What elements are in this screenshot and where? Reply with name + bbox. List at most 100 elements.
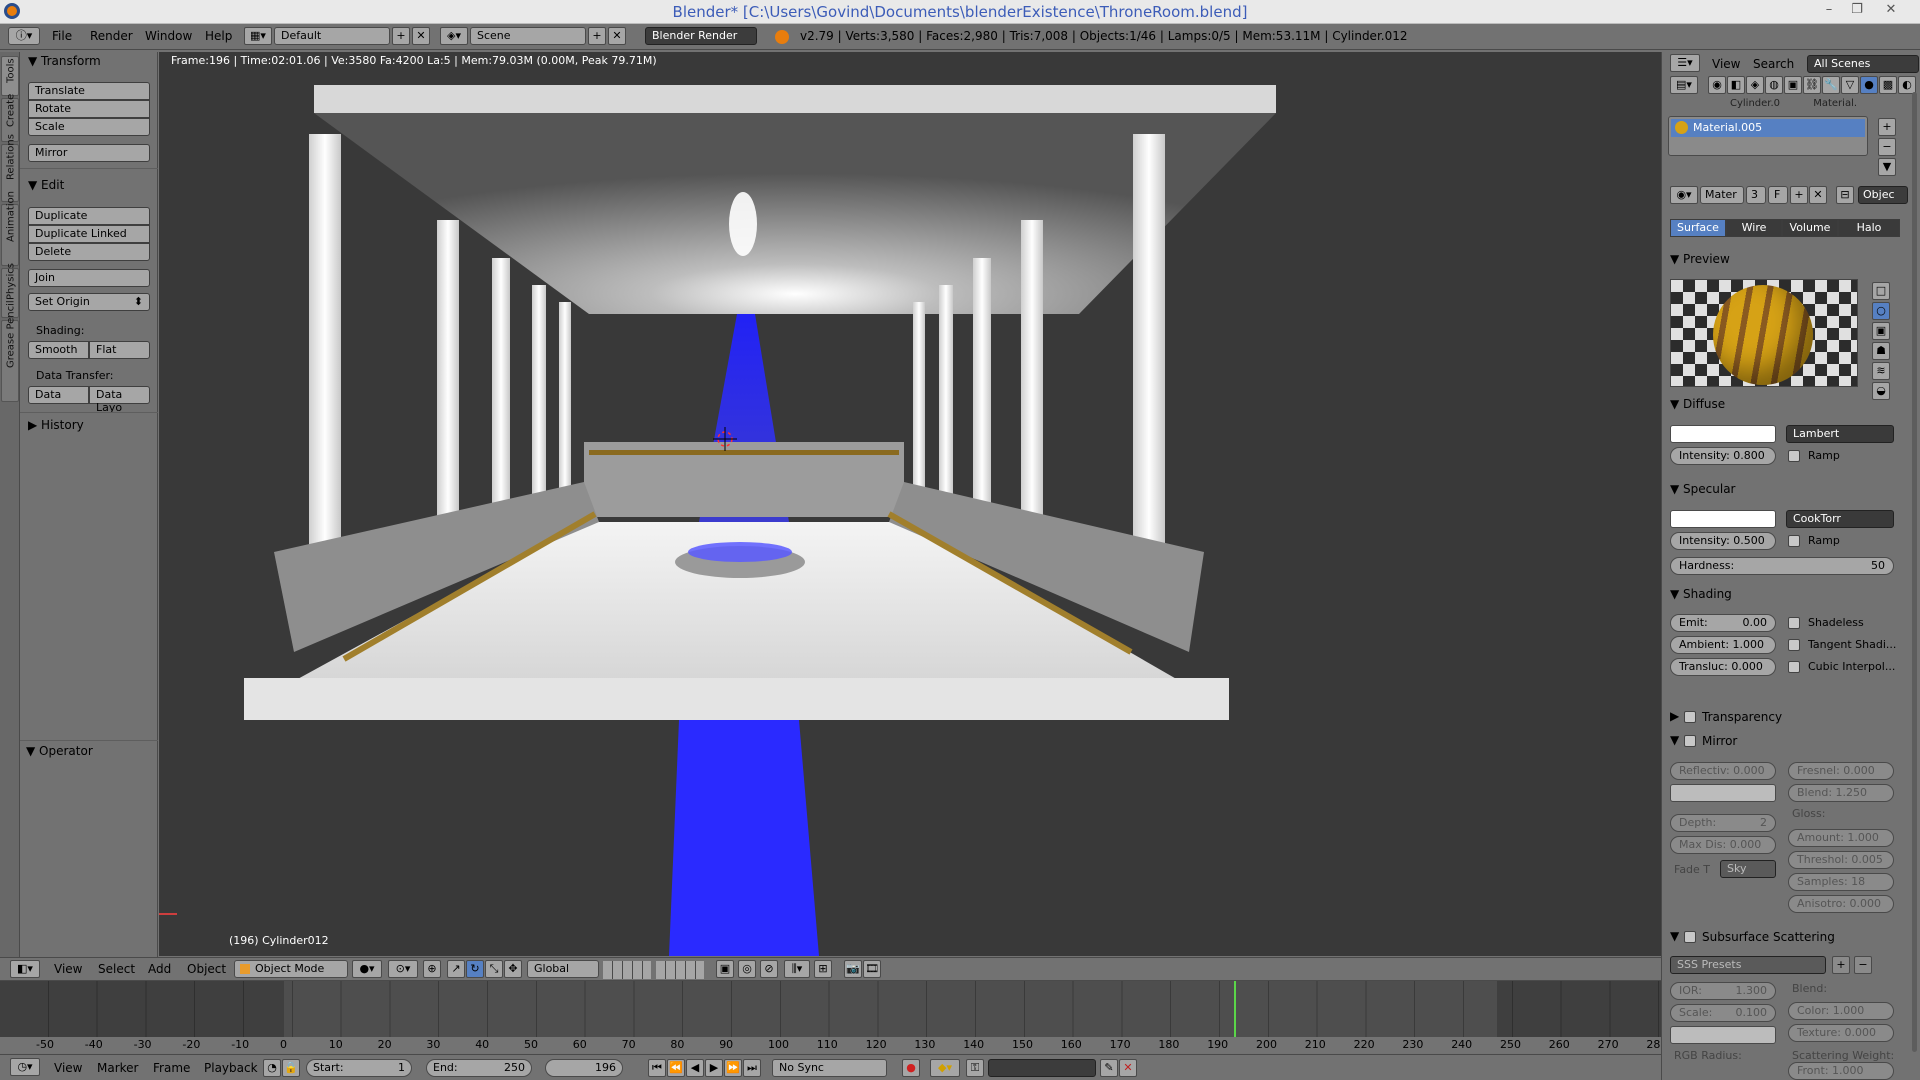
props-menu-search[interactable]: Search	[1753, 57, 1794, 71]
mirror-blend-field[interactable]: Blend: 1.250	[1788, 784, 1894, 802]
mirror-checkbox[interactable]	[1684, 735, 1696, 747]
data-tab-icon[interactable]: ▽	[1841, 76, 1859, 94]
manipulator-extra-icon[interactable]: ✥	[504, 960, 522, 978]
menu-add[interactable]: Add	[148, 962, 171, 976]
set-origin-select[interactable]: Set Origin ⬍	[28, 293, 150, 311]
menu-object[interactable]: Object	[187, 962, 226, 976]
orientation-select[interactable]: Global	[527, 960, 599, 978]
snap-toggle-icon[interactable]: ⊘	[760, 960, 778, 978]
panel-transform-header[interactable]: ▼ Transform	[28, 54, 101, 68]
info-editor-type-icon[interactable]: ⓘ▾	[8, 27, 40, 45]
remove-slot-icon[interactable]: −	[1878, 138, 1896, 156]
pivot-select-icon[interactable]: ⊙▾	[388, 960, 418, 978]
constraints-tab-icon[interactable]: ⛓	[1803, 76, 1821, 94]
manipulator-toggle-icon[interactable]: ⊕	[423, 960, 441, 978]
record-icon[interactable]: ●	[902, 1059, 920, 1077]
menu-window[interactable]: Window	[145, 29, 192, 43]
preview-flat-icon[interactable]: □	[1872, 282, 1890, 300]
preview-monkey-icon[interactable]: ☗	[1872, 342, 1890, 360]
sss-texture-blend-field[interactable]: Texture: 0.000	[1788, 1024, 1894, 1042]
render-tab-icon[interactable]: ◉	[1708, 76, 1726, 94]
lock-layers-icon[interactable]: ▣	[716, 960, 734, 978]
add-slot-icon[interactable]: +	[1878, 118, 1896, 136]
material-browse-icon[interactable]: ◉▾	[1670, 186, 1698, 204]
gloss-threshold-field[interactable]: Threshol: 0.005	[1788, 851, 1894, 869]
lock-range-icon[interactable]: 🔒	[282, 1059, 300, 1077]
scene-icon[interactable]: ◈▾	[440, 27, 468, 45]
scenes-select[interactable]: All Scenes	[1807, 55, 1919, 73]
shading-select-icon[interactable]: ●▾	[352, 960, 382, 978]
sss-scale-field[interactable]: Scale: 0.100	[1670, 1004, 1776, 1022]
flat-button[interactable]: Flat	[89, 341, 150, 359]
cubic-interpolation-checkbox[interactable]	[1788, 661, 1800, 673]
jump-prev-key-icon[interactable]: ⏪	[667, 1059, 685, 1077]
ambient-field[interactable]: Ambient: 1.000	[1670, 636, 1776, 654]
keying-set-field[interactable]	[988, 1059, 1096, 1077]
3d-viewport[interactable]: Frame:196 | Time:02:01.06 | Ve:3580 Fa:4…	[159, 52, 1661, 956]
restore-button[interactable]: ❐	[1846, 2, 1868, 20]
texture-tab-icon[interactable]: ▩	[1879, 76, 1897, 94]
sync-select[interactable]: No Sync	[772, 1059, 887, 1077]
fade-to-select[interactable]: Sky	[1720, 860, 1776, 878]
duplicate-linked-button[interactable]: Duplicate Linked	[28, 225, 150, 243]
panel-specular-header[interactable]: ▼ Specular	[1670, 482, 1736, 496]
node-toggle-icon[interactable]: ⊟	[1836, 186, 1854, 204]
menu-file[interactable]: File	[52, 29, 72, 43]
gloss-samples-field[interactable]: Samples: 18	[1788, 873, 1894, 891]
scale-manipulator-icon[interactable]: ⤡	[485, 960, 503, 978]
scale-button[interactable]: Scale	[28, 118, 150, 136]
delete-button[interactable]: Delete	[28, 243, 150, 261]
props-menu-view[interactable]: View	[1712, 57, 1740, 71]
delete-layout-icon[interactable]: ✕	[412, 27, 430, 45]
specular-color-swatch[interactable]	[1670, 510, 1776, 528]
start-frame-field[interactable]: Start: 1	[306, 1059, 412, 1077]
timeline-menu-marker[interactable]: Marker	[97, 1061, 138, 1075]
snap-target-icon[interactable]: ⊞	[814, 960, 832, 978]
translucency-field[interactable]: Transluc: 0.000	[1670, 658, 1776, 676]
link-select[interactable]: Objec	[1858, 186, 1908, 204]
props-context-type-icon[interactable]: ▤▾	[1670, 76, 1698, 94]
menu-help[interactable]: Help	[205, 29, 232, 43]
close-button[interactable]: ✕	[1880, 2, 1902, 20]
tab-animation[interactable]: Animation	[1, 191, 19, 266]
tab-halo[interactable]: Halo	[1838, 219, 1900, 237]
current-frame-marker[interactable]	[1234, 981, 1236, 1037]
diffuse-ramp-checkbox[interactable]	[1788, 450, 1800, 462]
preview-sky-icon[interactable]: ◒	[1872, 382, 1890, 400]
specular-shader-select[interactable]: CookTorr	[1786, 510, 1894, 528]
preview-cube-icon[interactable]: ▣	[1872, 322, 1890, 340]
editor-type-icon[interactable]: ◧▾	[10, 960, 40, 978]
layer-buttons-b[interactable]	[656, 961, 704, 979]
preview-hair-icon[interactable]: ≋	[1872, 362, 1890, 380]
panel-history-header[interactable]: ▶ History	[28, 418, 84, 432]
timeline-menu-view[interactable]: View	[54, 1061, 82, 1075]
diffuse-intensity-field[interactable]: Intensity: 0.800	[1670, 447, 1776, 465]
modifiers-tab-icon[interactable]: 🔧	[1822, 76, 1840, 94]
tab-tools[interactable]: Tools	[1, 56, 19, 96]
delete-keyframe-icon[interactable]: ✕	[1119, 1059, 1137, 1077]
new-material-icon[interactable]: +	[1790, 186, 1808, 204]
snap-element-icon[interactable]: ⫼▾	[784, 960, 810, 978]
smooth-button[interactable]: Smooth	[28, 341, 89, 359]
properties-scrollbar[interactable]	[1912, 92, 1917, 1052]
keying-set-icon[interactable]: ◆▾	[930, 1059, 960, 1077]
data-layout-button[interactable]: Data Layo	[89, 386, 150, 414]
layer-buttons-a[interactable]	[603, 961, 651, 979]
material-name-field[interactable]: Mater	[1700, 186, 1744, 204]
diffuse-shader-select[interactable]: Lambert	[1786, 425, 1894, 443]
remove-preset-icon[interactable]: −	[1854, 956, 1872, 974]
render-engine-select[interactable]: Blender Render	[645, 27, 757, 45]
keyframe-insert-icon[interactable]: ⚿	[966, 1059, 984, 1077]
translate-button[interactable]: Translate	[28, 82, 150, 100]
anisotropic-field[interactable]: Anisotro: 0.000	[1788, 895, 1894, 913]
end-frame-field[interactable]: End: 250	[426, 1059, 532, 1077]
material-users-field[interactable]: 3	[1746, 186, 1766, 204]
panel-shading-header[interactable]: ▼ Shading	[1670, 587, 1732, 601]
material-slot-item[interactable]: Material.005	[1671, 119, 1865, 137]
menu-view[interactable]: View	[54, 962, 82, 976]
emit-field[interactable]: Emit: 0.00	[1670, 614, 1776, 632]
add-preset-icon[interactable]: +	[1832, 956, 1850, 974]
mirror-button[interactable]: Mirror	[28, 144, 150, 162]
tangent-shading-checkbox[interactable]	[1788, 639, 1800, 651]
menu-select[interactable]: Select	[98, 962, 135, 976]
